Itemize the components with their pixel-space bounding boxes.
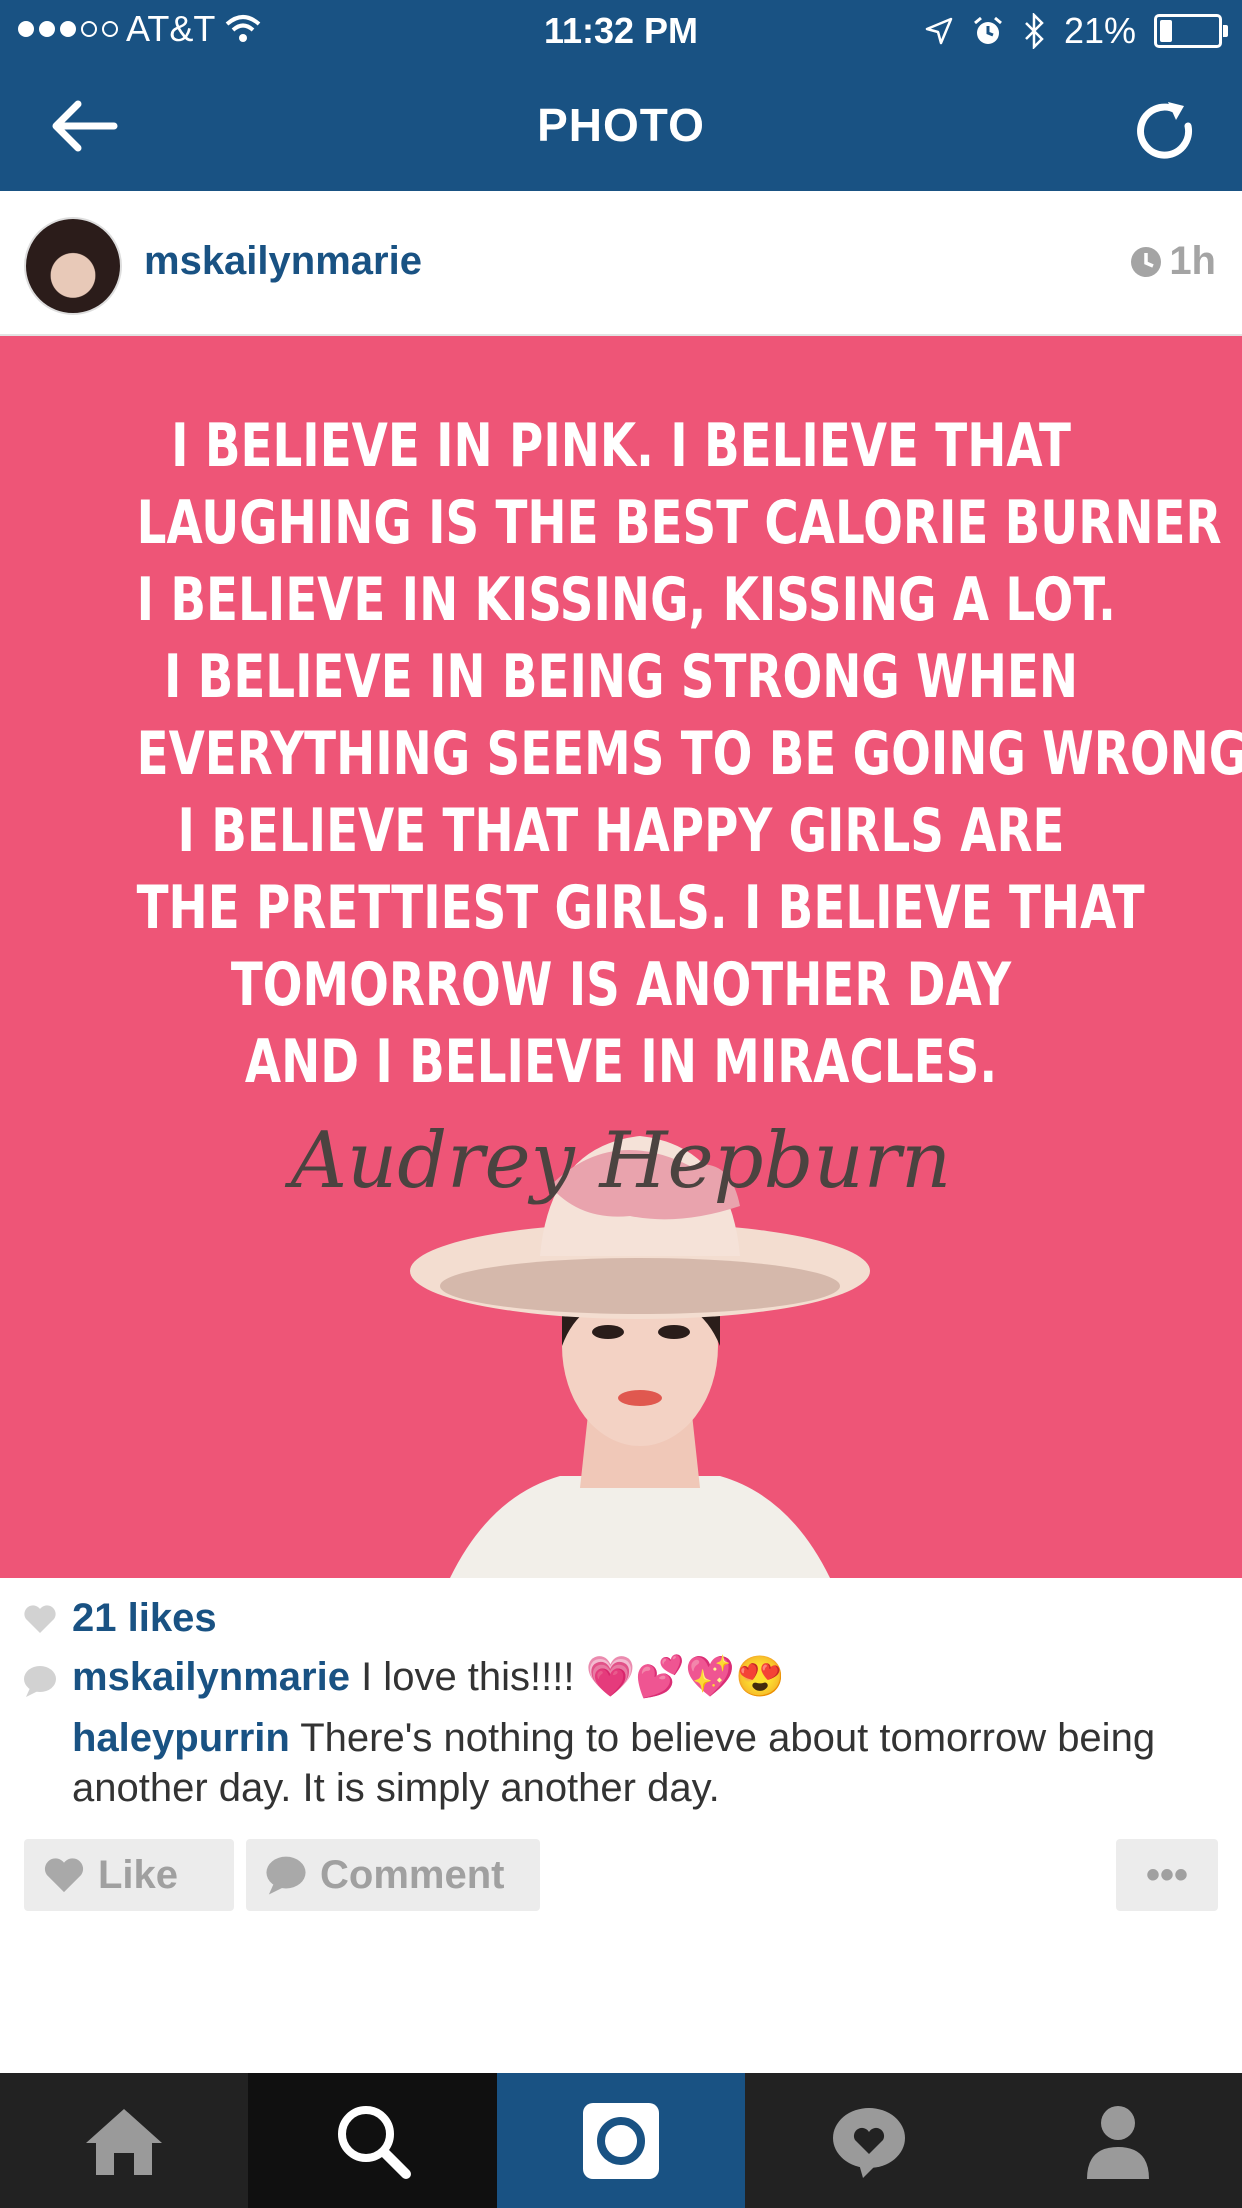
likes-row[interactable]: 21 likes xyxy=(22,1596,217,1641)
status-right: 21% xyxy=(924,10,1228,52)
like-label: Like xyxy=(98,1852,179,1897)
activity-icon xyxy=(833,2107,906,2178)
comment-text: I love this!!!! 💗💕💖😍 xyxy=(361,1655,785,1699)
bluetooth-icon xyxy=(1025,13,1044,49)
battery-icon xyxy=(1154,14,1228,48)
tab-explore[interactable] xyxy=(248,2073,497,2208)
page-title: PHOTO xyxy=(537,99,705,151)
comment-bubble-icon xyxy=(266,1856,306,1895)
quote-line: LAUGHING IS THE BEST CALORIE BURNER xyxy=(136,488,1222,558)
more-icon: ••• xyxy=(1145,1852,1188,1897)
tab-bar xyxy=(0,2073,1242,2208)
comment-item: haleypurrin There's nothing to believe a… xyxy=(72,1713,1202,1813)
quote-line: I BELIEVE IN BEING STRONG WHEN xyxy=(163,642,1079,712)
battery-percent: 21% xyxy=(1063,10,1136,51)
comment-bubble-icon xyxy=(24,1666,56,1697)
search-icon xyxy=(337,2105,411,2179)
quote-line: TOMORROW IS ANOTHER DAY xyxy=(230,950,1012,1020)
comment-author[interactable]: haleypurrin xyxy=(72,1716,290,1760)
tab-activity[interactable] xyxy=(745,2073,993,2208)
home-icon xyxy=(86,2108,163,2175)
likes-count[interactable]: 21 likes xyxy=(72,1596,217,1641)
location-icon xyxy=(925,17,953,45)
signature: Audrey Hepburn xyxy=(290,1116,952,1206)
refresh-icon[interactable] xyxy=(1130,96,1202,168)
post-username[interactable]: mskailynmarie xyxy=(144,239,422,284)
tab-profile[interactable] xyxy=(994,2073,1242,2208)
quote-line: I BELIEVE IN PINK. I BELIEVE THAT xyxy=(171,411,1071,481)
heart-icon xyxy=(24,1604,56,1633)
quote-text: I BELIEVE IN PINK. I BELIEVE THAT LAUGHI… xyxy=(136,408,1242,1101)
more-options-button[interactable]: ••• xyxy=(1116,1839,1218,1911)
quote-line: EVERYTHING SEEMS TO BE GOING WRONG. xyxy=(136,719,1242,789)
comment-label: Comment xyxy=(320,1852,505,1897)
heart-icon xyxy=(44,1858,84,1893)
post-image[interactable]: I BELIEVE IN PINK. I BELIEVE THAT LAUGHI… xyxy=(0,336,1242,1578)
avatar[interactable] xyxy=(24,217,122,315)
quote-line: THE PRETTIEST GIRLS. I BELIEVE THAT xyxy=(136,873,1145,943)
like-button[interactable]: Like xyxy=(24,1839,234,1911)
post-time: 1h xyxy=(1129,239,1216,284)
profile-icon xyxy=(1086,2105,1149,2179)
clock-icon xyxy=(1131,246,1162,277)
comment-author[interactable]: mskailynmarie xyxy=(72,1655,350,1699)
time-ago-label: 1h xyxy=(1169,239,1216,283)
post-header: mskailynmarie 1h xyxy=(0,191,1242,336)
tab-home[interactable] xyxy=(0,2073,248,2208)
quote-line: I BELIEVE THAT HAPPY GIRLS ARE xyxy=(177,796,1065,866)
camera-icon xyxy=(582,2102,659,2179)
top-bar: AT&T 11:32 PM 21% PHOTO xyxy=(0,0,1242,191)
alarm-icon xyxy=(973,16,1002,44)
status-bar: AT&T 11:32 PM 21% xyxy=(0,0,1242,60)
quote-line: I BELIEVE IN KISSING, KISSING A LOT. xyxy=(136,565,1116,635)
tab-camera[interactable] xyxy=(496,2073,746,2208)
quote-line: AND I BELIEVE IN MIRACLES. xyxy=(244,1027,998,1097)
comment-item: mskailynmarie I love this!!!! 💗💕💖😍 xyxy=(72,1652,1202,1702)
comment-button[interactable]: Comment xyxy=(246,1839,540,1911)
